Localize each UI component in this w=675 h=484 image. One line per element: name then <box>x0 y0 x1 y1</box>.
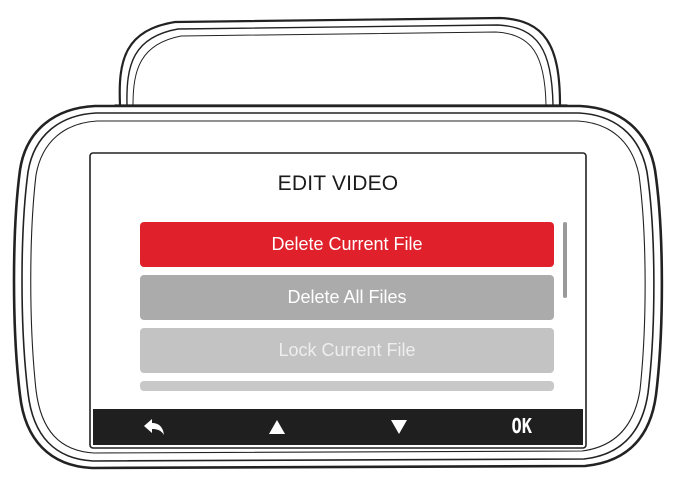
back-arrow-icon <box>144 419 165 435</box>
menu-list: Delete Current File Delete All Files Loc… <box>140 222 554 391</box>
up-softkey[interactable] <box>216 409 339 445</box>
ok-label: OK <box>511 415 532 439</box>
menu-item-lock-current-file[interactable]: Lock Current File <box>140 328 554 373</box>
menu-item-delete-all-files[interactable]: Delete All Files <box>140 275 554 320</box>
up-arrow-icon <box>268 420 285 434</box>
softkey-bar: OK <box>93 409 583 445</box>
down-softkey[interactable] <box>338 409 461 445</box>
menu-scrollbar[interactable] <box>563 222 567 298</box>
ok-softkey[interactable]: OK <box>461 409 584 445</box>
menu-item-next-partial[interactable] <box>140 381 554 391</box>
screen-title: EDIT VIDEO <box>277 172 399 195</box>
device-screen: EDIT VIDEO Delete Current File Delete Al… <box>93 156 583 445</box>
down-arrow-icon <box>391 420 408 434</box>
dashcam-device: EDIT VIDEO Delete Current File Delete Al… <box>0 0 675 484</box>
menu-item-delete-current-file[interactable]: Delete Current File <box>140 222 554 267</box>
back-softkey[interactable] <box>93 409 216 445</box>
